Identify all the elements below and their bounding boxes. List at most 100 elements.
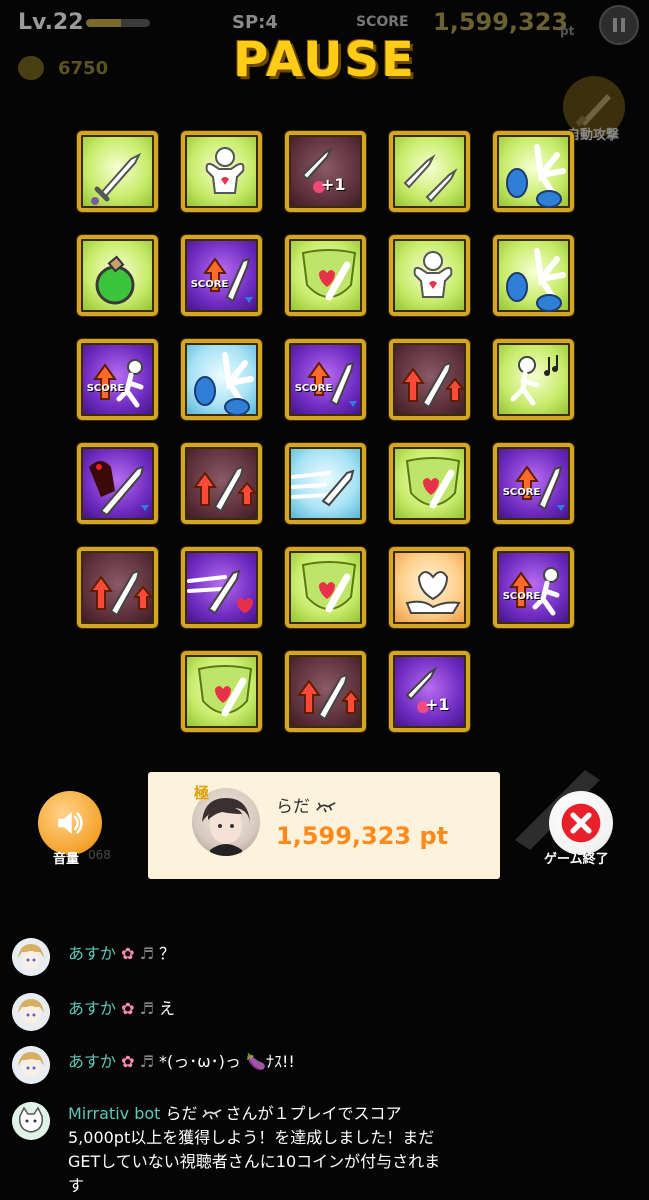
critical-plus-one-icon <box>405 666 438 713</box>
skill-slot[interactable] <box>181 547 262 628</box>
skill-slot[interactable] <box>285 443 366 524</box>
player-score-card: 極 らだ 1,599,323 pt <box>148 772 500 879</box>
cat-avatar-icon <box>12 1102 50 1140</box>
skill-slot[interactable] <box>389 443 470 524</box>
score-up-runner-icon <box>93 359 144 408</box>
score-tag: SCORE <box>294 383 333 394</box>
heart-hand-icon <box>405 571 461 614</box>
chat-avatar[interactable] <box>12 1046 50 1084</box>
score-tag: SCORE <box>190 279 229 290</box>
plus-one-tag: +1 <box>425 695 450 714</box>
skill-grid: +1 SCORE SCORE SCORE SCORE SCORE +1 <box>0 0 649 760</box>
sword-icon <box>91 152 142 205</box>
skill-slot[interactable] <box>181 131 262 212</box>
chat-username[interactable]: あすか <box>68 944 116 963</box>
attack-up-icon <box>89 569 154 617</box>
skill-slot[interactable] <box>493 131 574 212</box>
skill-slot[interactable]: +1 <box>285 131 366 212</box>
skill-slot[interactable]: SCORE <box>493 547 574 628</box>
dash-sword-heart-icon <box>187 569 253 615</box>
attack-up-icon <box>193 465 258 513</box>
volume-button[interactable] <box>38 791 102 855</box>
chat-message: あすか ✿ ♬ ？ <box>68 944 175 964</box>
bot-avatar[interactable] <box>12 1102 50 1140</box>
flail-claws-icon <box>506 248 566 312</box>
chat-username[interactable]: あすか <box>68 1052 116 1071</box>
potion-icon <box>95 255 135 305</box>
music-badge-icon: ♬ <box>139 999 160 1018</box>
skill-slot[interactable] <box>389 235 470 316</box>
flower-emoji-icon: ✿ <box>116 944 140 963</box>
skill-slot[interactable] <box>389 131 470 212</box>
bot-message: Mirrativ bot らだ さんが１プレイでスコア 5,000pt以上を獲得しよ… <box>68 1102 508 1198</box>
flail-claws-icon <box>194 352 254 416</box>
user-avatar-icon <box>12 993 50 1031</box>
user-avatar-icon <box>12 1046 50 1084</box>
heart-shield-icon <box>405 457 461 509</box>
flail-claws-icon <box>506 144 566 208</box>
skill-slot[interactable] <box>181 651 262 732</box>
chat-username[interactable]: あすか <box>68 999 116 1018</box>
flower-emoji-icon: ✿ <box>116 999 140 1018</box>
skill-slot[interactable]: SCORE <box>285 339 366 420</box>
bot-text-line3: GETしていない視聴者さんに10コインが付与されま <box>68 1152 441 1171</box>
volume-label: 音量 <box>53 852 80 867</box>
speaker-icon <box>58 811 83 835</box>
skill-slot[interactable] <box>181 339 262 420</box>
skill-slot[interactable] <box>285 547 366 628</box>
dash-sword-icon <box>291 469 355 507</box>
player-name: らだ <box>276 792 337 817</box>
heart-shield-icon <box>197 665 253 717</box>
skill-slot[interactable] <box>285 651 366 732</box>
chat-message: あすか ✿ ♬ *(っ･ω･)っ 🍆ﾅｽ!! <box>68 1052 295 1072</box>
skill-slot[interactable] <box>181 443 262 524</box>
player-score: 1,599,323 pt <box>276 822 449 850</box>
end-game-button[interactable] <box>549 791 613 855</box>
gecko-emoji-icon <box>316 801 336 812</box>
skill-slot[interactable] <box>77 131 158 212</box>
plus-one-tag: +1 <box>321 175 346 194</box>
music-badge-icon: ♬ <box>139 944 160 963</box>
skill-slot[interactable]: SCORE <box>181 235 262 316</box>
player-name-text: らだ <box>276 797 310 817</box>
chat-message: あすか ✿ ♬ え <box>68 999 175 1019</box>
skill-slot[interactable] <box>493 339 574 420</box>
critical-plus-one-icon <box>301 146 334 193</box>
bot-text-line4: す <box>68 1176 85 1195</box>
heart-shield-icon <box>301 561 357 613</box>
runner-music-icon <box>510 355 558 406</box>
score-up-sword-down-icon <box>203 257 253 303</box>
score-tag: SCORE <box>502 591 541 602</box>
user-avatar-icon <box>12 938 50 976</box>
skill-slot[interactable] <box>389 547 470 628</box>
end-game-label: ゲーム終了 <box>544 852 609 867</box>
flex-strength-icon <box>205 147 245 194</box>
skill-slot[interactable] <box>389 339 470 420</box>
background-number: 068 <box>88 848 111 862</box>
bot-text-line2: 5,000pt以上を獲得しよう！を達成しました！まだ <box>68 1128 435 1147</box>
chat-avatar[interactable] <box>12 938 50 976</box>
bot-username[interactable]: Mirrativ bot <box>68 1104 160 1123</box>
flower-emoji-icon: ✿ <box>116 1052 140 1071</box>
chat-text: ？ <box>159 944 176 963</box>
chat-text: *(っ･ω･)っ <box>159 1052 241 1071</box>
skill-slot[interactable] <box>493 235 574 316</box>
score-tag: SCORE <box>86 383 125 394</box>
skill-slot[interactable]: +1 <box>389 651 470 732</box>
skill-slot[interactable]: SCORE <box>493 443 574 524</box>
skill-slot[interactable] <box>77 443 158 524</box>
bot-text-line1: さんが１プレイでスコア <box>225 1104 402 1123</box>
eggplant-emoji-icon: 🍆 <box>240 1052 266 1071</box>
attack-up-icon <box>297 673 362 721</box>
chat-text: え <box>159 999 176 1018</box>
chat-avatar[interactable] <box>12 993 50 1031</box>
chat-text-suffix: ﾅｽ!! <box>265 1052 295 1071</box>
demon-sword-icon <box>89 461 149 517</box>
skill-slot[interactable] <box>77 235 158 316</box>
skill-slot[interactable] <box>285 235 366 316</box>
double-sword-icon <box>403 154 458 203</box>
gecko-emoji-icon <box>201 1109 222 1120</box>
close-icon <box>561 803 601 843</box>
skill-slot[interactable] <box>77 547 158 628</box>
skill-slot[interactable]: SCORE <box>77 339 158 420</box>
